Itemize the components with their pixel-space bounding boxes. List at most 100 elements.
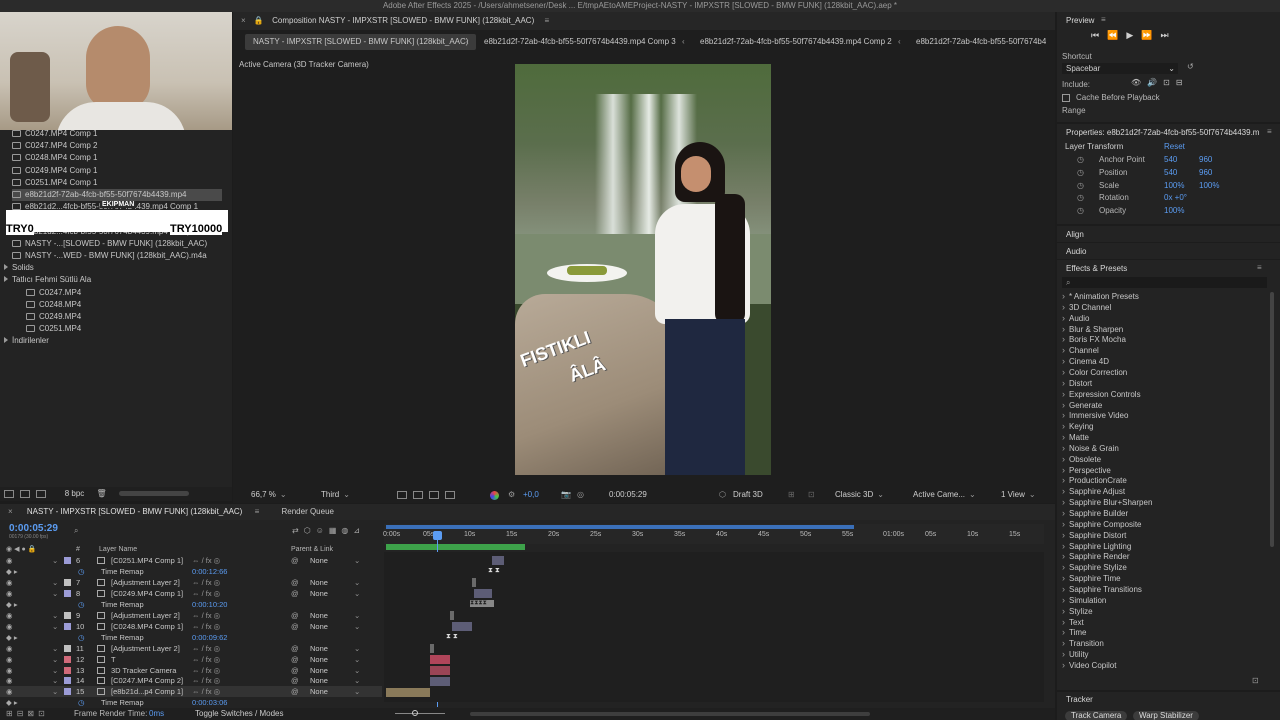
zoom-dropdown[interactable]: 66,7 %: [251, 489, 287, 501]
parent-dropdown[interactable]: None: [310, 588, 328, 599]
timeline-tab[interactable]: NASTY - IMPXSTR [SLOWED - BMW FUNK] (128…: [27, 507, 242, 516]
shortcut-dropdown[interactable]: Spacebar ⌄: [1062, 63, 1178, 74]
stopwatch-icon[interactable]: ◷: [78, 697, 85, 708]
reset-icon[interactable]: ↺: [1187, 62, 1194, 71]
effect-category[interactable]: Video Copilot: [1062, 660, 1116, 671]
parent-dropdown[interactable]: None: [310, 686, 328, 697]
twirl-icon[interactable]: ⌄: [52, 577, 58, 588]
track-camera-button[interactable]: Track Camera: [1065, 711, 1128, 720]
layer-row[interactable]: ◉ ⌄ 7 ⇔ / fx ◎ @ [Adjustment Layer 2] None ⌄: [0, 577, 382, 588]
effect-category[interactable]: Audio: [1062, 313, 1089, 324]
snapshot-icon[interactable]: 📷: [561, 487, 571, 503]
toggle-switches-button[interactable]: Toggle Switches / Modes: [195, 708, 284, 720]
effect-category[interactable]: Generate: [1062, 400, 1102, 411]
parent-pickwhip-icon[interactable]: @: [291, 610, 299, 621]
work-area-bar[interactable]: [386, 525, 854, 529]
parent-dropdown[interactable]: None: [310, 654, 328, 665]
effects-search-input[interactable]: ⌕: [1062, 277, 1267, 288]
timeline-search-input[interactable]: ⌕: [74, 526, 284, 536]
eye-icon[interactable]: ◉: [6, 610, 13, 621]
time-remap-value[interactable]: 0:00:10:20: [192, 599, 227, 610]
motion-blur-icon[interactable]: ◍: [341, 526, 353, 535]
layer-bar-11[interactable]: [430, 644, 434, 653]
parent-pickwhip-icon[interactable]: @: [291, 665, 299, 676]
prev-frame-icon[interactable]: ⏪: [1107, 30, 1126, 40]
draft3d-label[interactable]: Draft 3D: [733, 487, 763, 503]
twirl-icon[interactable]: ⌄: [52, 665, 58, 676]
speaker-icon[interactable]: ◀: [14, 546, 21, 553]
project-item[interactable]: NASTY -...[SLOWED - BMW FUNK] (128kbit_A…: [12, 238, 222, 250]
effect-category[interactable]: ProductionCrate: [1062, 475, 1127, 486]
layer-bar-8[interactable]: [474, 589, 492, 598]
time-remap-row[interactable]: ◆ ▸ ◷ Time Remap 0:00:03:06: [0, 697, 382, 708]
effect-category[interactable]: Simulation: [1062, 595, 1106, 606]
parent-pickwhip-icon[interactable]: @: [291, 555, 299, 566]
eye-icon[interactable]: ◉: [6, 643, 13, 654]
label-color-swatch[interactable]: [64, 677, 71, 685]
twirl-icon[interactable]: ⌄: [52, 588, 58, 599]
parent-dropdown[interactable]: None: [310, 555, 328, 566]
tab-comp-1[interactable]: e8b21d2f-72ab-4fcb-bf55-50f7674b4439.mp4…: [916, 34, 1046, 50]
effect-category[interactable]: Sapphire Stylize: [1062, 562, 1127, 573]
layer-switches[interactable]: ⇔ / fx ◎: [192, 643, 220, 654]
transparency-grid-icon[interactable]: [413, 491, 423, 499]
layer-switches[interactable]: ⇔ / fx ◎: [192, 686, 220, 697]
effect-category[interactable]: Transition: [1062, 638, 1104, 649]
layer-bar-6[interactable]: [492, 556, 504, 565]
effect-category[interactable]: * Animation Presets: [1062, 291, 1139, 302]
menu-icon[interactable]: ≡: [544, 16, 549, 25]
timeline-close-icon[interactable]: ×: [8, 507, 13, 516]
label-color-swatch[interactable]: [64, 666, 71, 674]
layer-switches[interactable]: ⇔ / fx ◎: [192, 675, 220, 686]
bpc-label[interactable]: 8 bpc: [65, 489, 85, 498]
stopwatch-icon[interactable]: ◷: [78, 599, 85, 610]
draft3d-icon[interactable]: ⬡: [719, 487, 726, 503]
layer-switches[interactable]: ⇔ / fx ◎: [192, 665, 220, 676]
layer-bar-10[interactable]: [452, 622, 472, 631]
effect-category[interactable]: Time: [1062, 627, 1086, 638]
layer-row[interactable]: ◉ ⌄ 10 ⇔ / fx ◎ @ [C0248.MP4 Comp 1] None ⌄: [0, 621, 382, 632]
effect-category[interactable]: Stylize: [1062, 606, 1093, 617]
effect-category[interactable]: Sapphire Blur+Sharpen: [1062, 497, 1152, 508]
align-panel[interactable]: Align: [1057, 226, 1280, 242]
property-value-1[interactable]: 100%: [1164, 206, 1184, 215]
project-scrollbar[interactable]: [118, 491, 189, 497]
project-item[interactable]: C0247.MP4 Comp 2: [12, 140, 222, 152]
audio-include-icon[interactable]: 🔊: [1147, 78, 1163, 87]
guides-icon[interactable]: [445, 491, 455, 499]
eye-icon[interactable]: ◉: [6, 577, 13, 588]
effect-category[interactable]: Text: [1062, 617, 1084, 628]
parent-dropdown[interactable]: None: [310, 610, 328, 621]
project-item[interactable]: C0249.MP4 Comp 1: [12, 165, 222, 177]
effect-category[interactable]: Matte: [1062, 432, 1089, 443]
project-item[interactable]: İndirilenler: [4, 335, 214, 347]
tab-comp-3[interactable]: e8b21d2f-72ab-4fcb-bf55-50f7674b4439.mp4…: [484, 34, 676, 50]
keyframe-nav-icon[interactable]: ◆ ▸: [6, 566, 18, 577]
project-item[interactable]: C0251.MP4 Comp 1: [12, 177, 222, 189]
parent-pickwhip-icon[interactable]: @: [291, 654, 299, 665]
effect-category[interactable]: Distort: [1062, 378, 1092, 389]
layer-switches[interactable]: ⇔ / fx ◎: [192, 577, 220, 588]
effect-category[interactable]: Perspective: [1062, 465, 1111, 476]
exposure-value[interactable]: +0,0: [523, 487, 539, 503]
effect-category[interactable]: 3D Channel: [1062, 302, 1111, 313]
effect-category[interactable]: Sapphire Time: [1062, 573, 1121, 584]
label-color-swatch[interactable]: [64, 589, 71, 597]
eye-icon[interactable]: ◉: [6, 621, 13, 632]
effect-category[interactable]: Sapphire Lighting: [1062, 541, 1131, 552]
twirl-icon[interactable]: ⌄: [52, 686, 58, 697]
project-item[interactable]: C0249.MP4: [26, 311, 232, 323]
footer-icons[interactable]: ⊞⊟⊠⊡: [6, 709, 49, 718]
tab-comp-2[interactable]: e8b21d2f-72ab-4fcb-bf55-50f7674b4439.mp4…: [700, 34, 892, 50]
effect-category[interactable]: Obsolete: [1062, 454, 1101, 465]
region-of-interest-icon[interactable]: [397, 491, 407, 499]
cache-checkbox[interactable]: [1062, 94, 1070, 102]
camera-dropdown[interactable]: Active Came...: [913, 489, 976, 501]
video-include-icon[interactable]: 👁: [1131, 78, 1147, 87]
layer-controls-icon[interactable]: ⊟: [1176, 78, 1189, 87]
layer-row[interactable]: ◉ ⌄ 9 ⇔ / fx ◎ @ [Adjustment Layer 2] None ⌄: [0, 610, 382, 621]
label-color-swatch[interactable]: [64, 622, 71, 630]
parent-dropdown[interactable]: None: [310, 577, 328, 588]
project-item[interactable]: NASTY -...WED - BMW FUNK] (128kbit_AAC).…: [12, 250, 222, 262]
stopwatch-icon[interactable]: ◷: [1077, 193, 1084, 202]
